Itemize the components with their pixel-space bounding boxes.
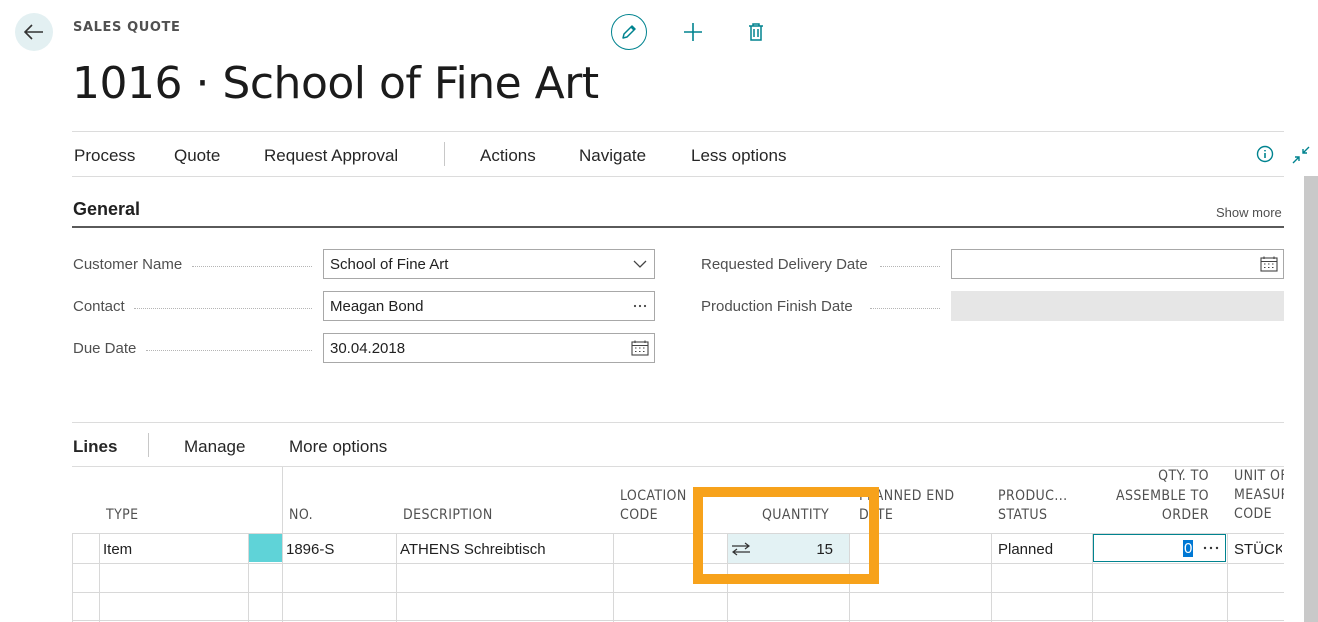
row-indicator xyxy=(249,534,282,562)
grid-line xyxy=(396,533,397,622)
column-header-uom-line1: UNIT OF xyxy=(1234,468,1284,484)
chevron-down-icon[interactable] xyxy=(626,250,654,278)
label-leader xyxy=(192,266,312,267)
action-less-options[interactable]: Less options xyxy=(691,146,786,166)
contact-label: Contact xyxy=(73,298,125,315)
lines-top-divider xyxy=(72,422,1284,423)
general-divider xyxy=(72,226,1284,228)
label-leader xyxy=(134,308,312,309)
label-leader xyxy=(880,266,940,267)
column-header-production-line1[interactable]: PRODUC... xyxy=(998,487,1068,506)
contact-field[interactable]: Meagan Bond xyxy=(323,291,655,321)
grid-line xyxy=(72,563,1284,564)
column-header-qty-line1[interactable]: QTY. TO xyxy=(1100,467,1209,486)
info-icon[interactable] xyxy=(1256,145,1274,163)
trash-icon xyxy=(749,23,763,41)
column-header-qty-line3[interactable]: ORDER xyxy=(1100,506,1209,525)
action-navigate[interactable]: Navigate xyxy=(579,146,646,166)
cell-no[interactable]: 1896-S xyxy=(286,541,334,558)
show-more-link[interactable]: Show more xyxy=(1216,205,1282,220)
grid-line xyxy=(1227,533,1228,622)
highlight-box xyxy=(693,487,879,584)
action-request-approval[interactable]: Request Approval xyxy=(264,146,398,166)
pencil-icon xyxy=(622,25,636,39)
column-header-location-line2[interactable]: CODE xyxy=(620,506,658,525)
grid-line xyxy=(282,467,283,622)
collapse-icon[interactable] xyxy=(1291,145,1311,165)
new-button[interactable] xyxy=(681,20,705,44)
cell-production-status[interactable]: Planned xyxy=(998,541,1053,558)
more-icon[interactable] xyxy=(626,292,654,320)
lines-tab-divider xyxy=(148,433,149,457)
requested-delivery-date-label: Requested Delivery Date xyxy=(701,256,868,273)
due-date-value: 30.04.2018 xyxy=(330,339,406,357)
lines-tab-more-options[interactable]: More options xyxy=(289,437,387,457)
lines-section-title[interactable]: Lines xyxy=(73,437,117,457)
vertical-scrollbar[interactable] xyxy=(1304,176,1318,622)
calendar-icon[interactable] xyxy=(626,334,654,362)
edit-button[interactable] xyxy=(611,14,647,50)
plus-icon xyxy=(684,23,702,41)
column-header-type[interactable]: TYPE xyxy=(106,506,139,525)
column-header-uom-line3: CODE xyxy=(1234,506,1272,522)
customer-name-field[interactable]: School of Fine Art xyxy=(323,249,655,279)
calendar-icon[interactable] xyxy=(1255,250,1283,278)
column-header-description[interactable]: DESCRIPTION xyxy=(403,506,493,525)
customer-name-label: Customer Name xyxy=(73,256,183,273)
page-kind: SALES QUOTE xyxy=(73,20,181,35)
due-date-field[interactable]: 30.04.2018 xyxy=(323,333,655,363)
qty-to-assemble-value: 0 xyxy=(1183,540,1194,557)
column-header-uom[interactable]: UNIT OF MEASURE CODE xyxy=(1234,467,1284,524)
action-actions[interactable]: Actions xyxy=(480,146,536,166)
qty-to-assemble-input[interactable]: 0 xyxy=(1093,534,1226,562)
arrow-left-icon xyxy=(24,24,43,40)
column-header-no[interactable]: NO. xyxy=(289,506,313,525)
lines-tab-manage[interactable]: Manage xyxy=(184,437,245,457)
back-button[interactable] xyxy=(15,13,53,51)
column-header-production-line2[interactable]: STATUS xyxy=(998,506,1047,525)
grid-line xyxy=(72,592,1284,593)
grid-line xyxy=(613,533,614,622)
cell-description[interactable]: ATHENS Schreibtisch xyxy=(400,541,546,558)
label-leader xyxy=(870,308,940,309)
delete-button[interactable] xyxy=(744,20,768,44)
grid-line xyxy=(72,620,1284,621)
more-icon[interactable] xyxy=(1203,546,1219,550)
grid-line xyxy=(99,533,100,622)
grid-line xyxy=(72,533,73,622)
customer-name-value: School of Fine Art xyxy=(330,255,449,273)
general-section-title[interactable]: General xyxy=(73,199,140,220)
action-divider xyxy=(444,142,445,166)
production-finish-date-label: Production Finish Date xyxy=(701,298,853,315)
requested-delivery-date-field[interactable] xyxy=(951,249,1284,279)
column-header-location-line1[interactable]: LOCATION xyxy=(620,487,687,506)
cell-uom[interactable]: STÜCK xyxy=(1234,541,1282,558)
action-bar: Process Quote Request Approval Actions N… xyxy=(72,131,1310,177)
production-finish-date-field xyxy=(951,291,1284,321)
action-process[interactable]: Process xyxy=(74,146,135,166)
page-title: 1016 · School of Fine Art xyxy=(72,58,599,109)
cell-type[interactable]: Item xyxy=(103,541,132,558)
action-quote[interactable]: Quote xyxy=(174,146,220,166)
column-header-qty-line2[interactable]: ASSEMBLE TO xyxy=(1100,487,1209,506)
column-header-uom-line2: MEASURE xyxy=(1234,487,1284,503)
label-leader xyxy=(146,350,312,351)
grid-line xyxy=(991,533,992,622)
due-date-label: Due Date xyxy=(73,340,137,357)
contact-value: Meagan Bond xyxy=(330,297,424,315)
